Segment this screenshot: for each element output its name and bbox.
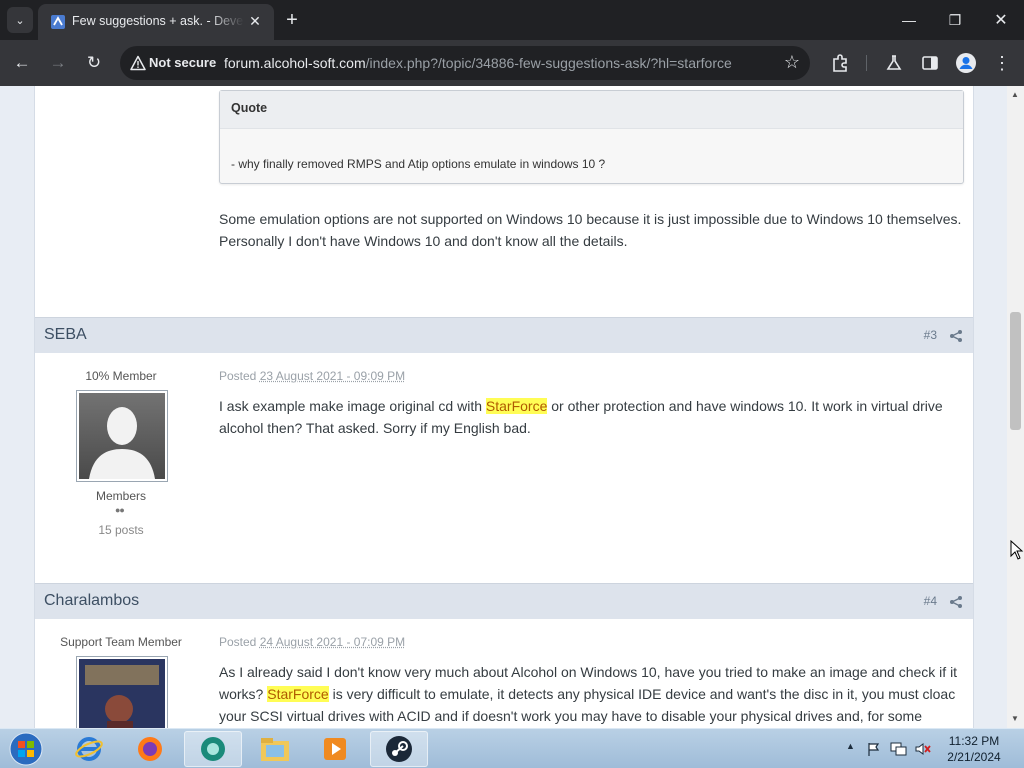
post-4-line-3: your SCSI virtual drives with ACID and i… bbox=[219, 705, 967, 727]
post-2-line-2: Personally I don't have Windows 10 and d… bbox=[219, 230, 961, 252]
text-run: works? bbox=[219, 686, 263, 702]
text-run: is very difficult to emulate, it detects… bbox=[333, 686, 956, 702]
post-4-line-2: works? StarForce is very difficult to em… bbox=[219, 683, 967, 705]
clock-date: 2/21/2024 bbox=[932, 749, 1016, 765]
extensions-icon[interactable] bbox=[828, 51, 852, 75]
profile-avatar-icon[interactable] bbox=[954, 51, 978, 75]
url-host: forum.alcohol-soft.com bbox=[224, 55, 366, 71]
internet-explorer-icon[interactable] bbox=[60, 731, 118, 767]
steam-icon[interactable] bbox=[370, 731, 428, 767]
game-cover-avatar-icon bbox=[79, 659, 165, 728]
scrollbar-thumb[interactable] bbox=[1010, 312, 1021, 430]
post-4-rank: Support Team Member bbox=[35, 635, 207, 649]
media-player-icon[interactable] bbox=[306, 731, 364, 767]
post-4-author[interactable]: Charalambos bbox=[44, 592, 139, 610]
post-3-line-1: I ask example make image original cd wit… bbox=[219, 395, 943, 417]
post-4-avatar[interactable] bbox=[76, 656, 168, 728]
post-4-number[interactable]: #4 bbox=[924, 594, 937, 608]
post-3-line-2: alcohol then? That asked. Sorry if my En… bbox=[219, 417, 943, 439]
text-run: I ask example make image original cd wit… bbox=[219, 398, 482, 414]
start-button[interactable] bbox=[4, 731, 48, 767]
window-close-icon[interactable]: ✕ bbox=[986, 6, 1016, 34]
toolbar-divider bbox=[866, 55, 867, 71]
labs-flask-icon[interactable] bbox=[882, 51, 906, 75]
volume-muted-icon[interactable] bbox=[914, 741, 932, 757]
browser-tab[interactable]: Few suggestions + ask. - Devel ✕ bbox=[38, 4, 274, 40]
page-viewport: Quote - why finally removed RMPS and Ati… bbox=[0, 86, 1007, 728]
quote-block: Quote - why finally removed RMPS and Ati… bbox=[219, 90, 964, 184]
post-3-group: Members bbox=[35, 489, 207, 503]
url-text[interactable]: forum.alcohol-soft.com/index.php?/topic/… bbox=[224, 55, 732, 71]
tab-close-icon[interactable]: ✕ bbox=[246, 12, 264, 30]
post-3-rank: 10% Member bbox=[35, 369, 207, 383]
security-label[interactable]: Not secure bbox=[149, 55, 216, 70]
post-4-meta: Posted 24 August 2021 - 07:09 PM bbox=[219, 635, 405, 649]
share-icon[interactable] bbox=[949, 329, 963, 343]
windows-logo-icon bbox=[9, 732, 43, 766]
new-tab-icon[interactable]: + bbox=[282, 9, 302, 31]
reload-icon[interactable]: ↻ bbox=[81, 50, 107, 76]
bookmark-star-icon[interactable]: ☆ bbox=[784, 52, 800, 73]
browser-title-bar: ⌄ Few suggestions + ask. - Devel ✕ + — ❐… bbox=[0, 0, 1024, 40]
post-2-body: Some emulation options are not supported… bbox=[219, 208, 961, 252]
address-bar[interactable]: Not secure forum.alcohol-soft.com/index.… bbox=[120, 46, 810, 80]
post-4-line-1: As I already said I don't know very much… bbox=[219, 661, 967, 683]
firefox-icon[interactable] bbox=[121, 731, 179, 767]
menu-kebab-icon[interactable]: ⋮ bbox=[990, 51, 1014, 75]
scroll-down-icon[interactable]: ▼ bbox=[1011, 714, 1019, 723]
rank-pips-icon: ●● bbox=[115, 505, 124, 515]
forward-icon[interactable]: → bbox=[45, 50, 71, 76]
post-2-line-1: Some emulation options are not supported… bbox=[219, 208, 961, 230]
search-highlight: StarForce bbox=[486, 398, 547, 414]
search-highlight: StarForce bbox=[267, 686, 328, 702]
windows-taskbar: ▲ 11:32 PM 2/21/2024 bbox=[0, 728, 1024, 768]
file-explorer-icon[interactable] bbox=[246, 731, 304, 767]
tab-title: Few suggestions + ask. - Devel bbox=[72, 14, 244, 30]
post-4-body: As I already said I don't know very much… bbox=[219, 661, 967, 727]
posted-label: Posted bbox=[219, 369, 256, 383]
post-3-avatar[interactable] bbox=[76, 390, 168, 482]
quote-text: - why finally removed RMPS and Atip opti… bbox=[220, 129, 963, 171]
taskbar-clock[interactable]: 11:32 PM 2/21/2024 bbox=[932, 733, 1016, 765]
side-panel-icon[interactable] bbox=[918, 51, 942, 75]
action-center-flag-icon[interactable] bbox=[866, 741, 882, 757]
browser-toolbar: ← → ↻ Not secure forum.alcohol-soft.com/… bbox=[0, 40, 1024, 86]
post-4-date[interactable]: 24 August 2021 - 07:09 PM bbox=[260, 635, 405, 649]
tray-overflow-icon[interactable]: ▲ bbox=[846, 741, 855, 751]
restore-icon[interactable]: ❐ bbox=[940, 6, 970, 34]
minimize-icon[interactable]: — bbox=[894, 6, 924, 34]
post-3-number[interactable]: #3 bbox=[924, 328, 937, 342]
forum-topic-content: Quote - why finally removed RMPS and Ati… bbox=[34, 86, 974, 728]
post-3-date[interactable]: 23 August 2021 - 09:09 PM bbox=[260, 369, 405, 383]
mouse-cursor-icon bbox=[1010, 540, 1024, 560]
post-3-post-count[interactable]: 15 posts bbox=[35, 523, 207, 537]
tab-search-icon[interactable]: ⌄ bbox=[7, 7, 33, 33]
quote-header: Quote bbox=[220, 91, 963, 129]
share-icon[interactable] bbox=[949, 595, 963, 609]
post-3-meta: Posted 23 August 2021 - 09:09 PM bbox=[219, 369, 405, 383]
url-path: /index.php?/topic/34886-few-suggestions-… bbox=[366, 55, 732, 71]
post-3-header: SEBA #3 bbox=[35, 317, 973, 353]
post-4-header: Charalambos #4 bbox=[35, 583, 973, 619]
default-avatar-icon bbox=[79, 393, 165, 479]
forum-favicon-icon bbox=[50, 14, 66, 30]
warning-icon bbox=[130, 55, 146, 71]
posted-label: Posted bbox=[219, 635, 256, 649]
text-run: or other protection and have windows 10.… bbox=[551, 398, 942, 414]
chrome-app-icon[interactable] bbox=[184, 731, 242, 767]
scroll-up-icon[interactable]: ▲ bbox=[1011, 90, 1019, 99]
post-3-body: I ask example make image original cd wit… bbox=[219, 395, 943, 439]
back-icon[interactable]: ← bbox=[9, 50, 35, 76]
post-3-author[interactable]: SEBA bbox=[44, 326, 87, 344]
clock-time: 11:32 PM bbox=[932, 733, 1016, 749]
network-icon[interactable] bbox=[890, 741, 908, 757]
page-scrollbar[interactable]: ▲ ▼ bbox=[1007, 86, 1024, 728]
